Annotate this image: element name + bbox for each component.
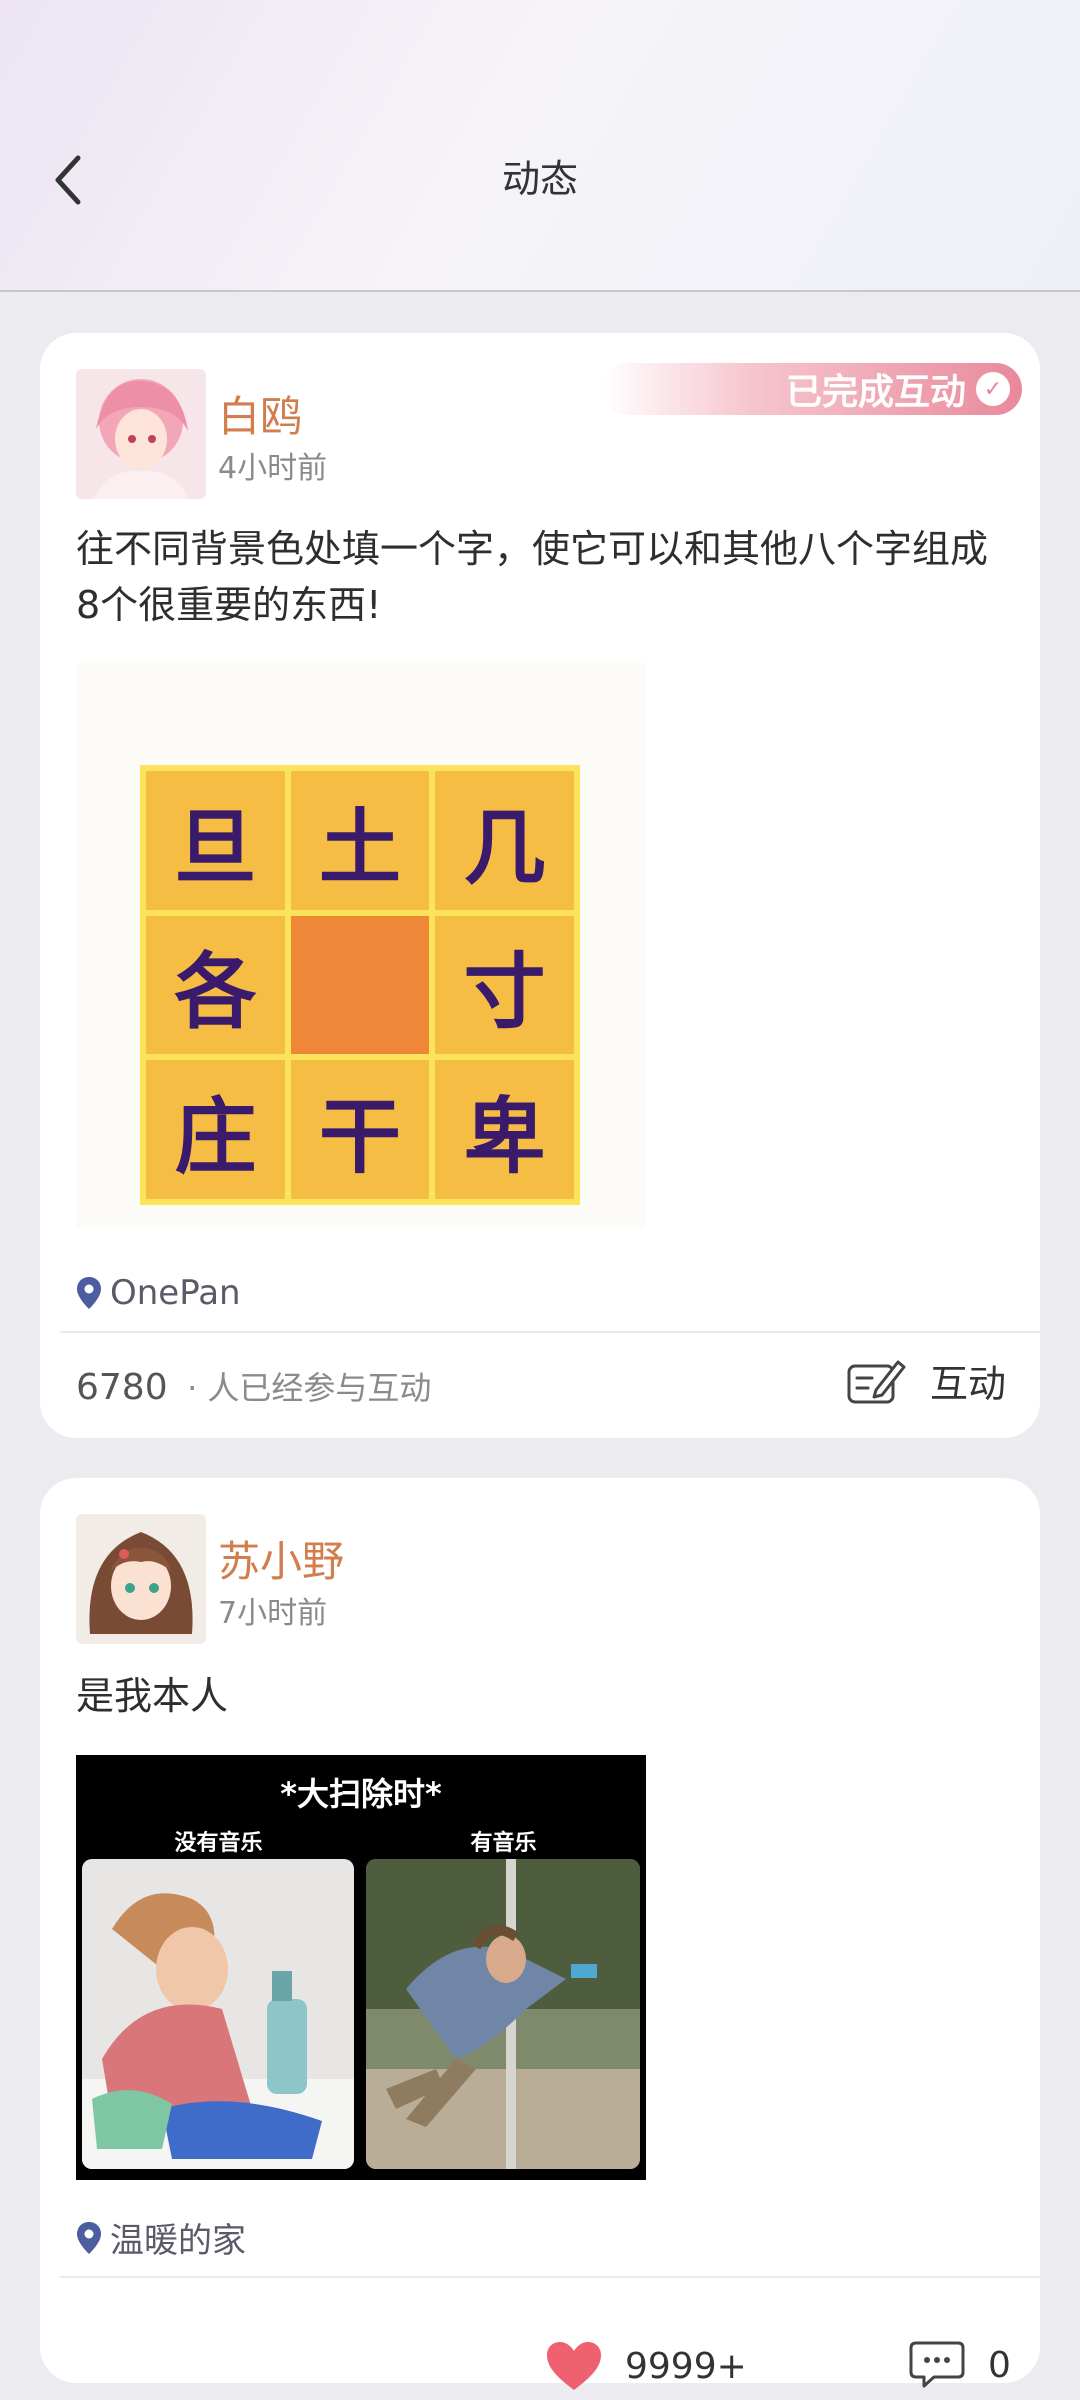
location-label: OnePan (110, 1273, 241, 1313)
location-tag[interactable]: 温暖的家 (76, 2213, 246, 2262)
top-bar: 动态 (0, 0, 1080, 292)
interaction-complete-badge: 已完成互动 ✓ (602, 363, 1022, 415)
puzzle-cell-blank (290, 915, 430, 1055)
comment-count: 0 (988, 2344, 1011, 2386)
heart-icon (547, 2342, 601, 2390)
location-tag[interactable]: OnePan (76, 1273, 241, 1313)
puzzle-cell: 土 (290, 771, 430, 910)
puzzle-cell: 寸 (435, 915, 574, 1055)
meme-right-caption: 有音乐 (470, 1831, 537, 1856)
participants-info: 6780 · 人已经参与互动 (76, 1363, 431, 1409)
meme-left-caption: 没有音乐 (174, 1831, 263, 1856)
location-pin-icon (77, 1277, 101, 1309)
participants-label: · 人已经参与互动 (187, 1369, 432, 1407)
post-text: 是我本人 (76, 1674, 229, 1718)
username[interactable]: 白鸥 (218, 383, 302, 444)
post-time: 7小时前 (218, 1596, 328, 1631)
meme-left-photo (82, 1859, 354, 2169)
puzzle-cell: 旦 (146, 771, 285, 910)
edit-note-icon (847, 1360, 906, 1403)
puzzle-image[interactable]: 旦 土 几 各 寸 庄 干 卑 (76, 663, 646, 1228)
participants-count: 6780 (76, 1367, 168, 1408)
post-text: 往不同背景色处填一个字，使它可以和其他八个字组成8个很重要的东西! (76, 527, 989, 627)
divider (60, 2276, 1040, 2278)
like-count: 9999+ (625, 2345, 747, 2387)
comment-icon (909, 2341, 965, 2388)
check-icon: ✓ (976, 372, 1010, 406)
post-card[interactable]: 苏小野 7小时前 是我本人 *大扫除时* 没有音乐 有音乐 温暖的家 9999+… (40, 1478, 1040, 2390)
interact-label: 互动 (929, 1362, 1006, 1406)
meme-image[interactable]: *大扫除时* 没有音乐 有音乐 (76, 1755, 646, 2180)
avatar[interactable] (76, 1514, 206, 1644)
meme-title: *大扫除时* (280, 1775, 442, 1813)
interact-button[interactable]: 互动 (846, 1353, 1006, 1408)
post-card[interactable]: 白鸥 4小时前 已完成互动 ✓ 往不同背景色处填一个字，使它可以和其他八个字组成… (40, 333, 1040, 1438)
puzzle-cell: 卑 (435, 1060, 574, 1199)
username[interactable]: 苏小野 (218, 1528, 344, 1589)
post-time: 4小时前 (218, 451, 328, 486)
puzzle-cell: 庄 (146, 1060, 285, 1199)
like-button[interactable]: 9999+ (545, 2340, 747, 2392)
location-label: 温暖的家 (110, 2221, 246, 2261)
page-title: 动态 (501, 157, 578, 201)
location-pin-icon (77, 2221, 101, 2254)
puzzle-cell: 几 (435, 771, 574, 910)
puzzle-cell: 各 (146, 915, 285, 1055)
avatar[interactable] (76, 369, 206, 499)
puzzle-cell: 干 (290, 1060, 430, 1199)
divider (60, 1331, 1040, 1333)
meme-right-photo (366, 1859, 640, 2169)
badge-label: 已完成互动 (785, 371, 966, 413)
puzzle-grid: 旦 土 几 各 寸 庄 干 卑 (140, 765, 580, 1205)
comment-button[interactable]: 0 (908, 2340, 1011, 2390)
